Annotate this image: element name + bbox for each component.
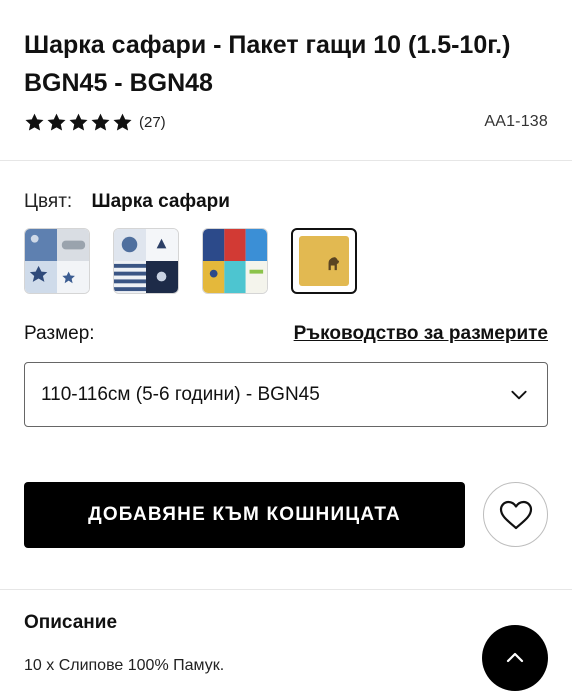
size-dropdown[interactable]: 110-116см (5-6 години) - BGN45	[24, 362, 548, 427]
swatch-image	[299, 236, 349, 286]
add-to-bag-button[interactable]: ДОБАВЯНЕ КЪМ КОШНИЦАТА	[24, 482, 465, 548]
product-title: Шарка сафари - Пакет гащи 10 (1.5-10г.) …	[24, 31, 511, 97]
color-label: Цвят:	[24, 191, 73, 212]
product-sku: AA1-138	[484, 113, 548, 130]
size-guide-link[interactable]: Ръководство за размерите	[294, 322, 548, 346]
wishlist-button[interactable]	[483, 482, 548, 547]
star-icon	[69, 113, 88, 131]
rating-row[interactable]: (27) AA1-138	[24, 111, 548, 133]
star-icon	[113, 113, 132, 131]
chevron-up-icon	[506, 652, 524, 663]
color-selector-label: Цвят: Шарка сафари	[24, 190, 230, 214]
star-icon	[91, 113, 110, 131]
star-icon	[25, 113, 44, 131]
review-count[interactable]: (27)	[139, 114, 166, 131]
swatch-image	[114, 229, 178, 293]
size-header: Размер: Ръководство за размерите	[24, 322, 548, 346]
size-label: Размер:	[24, 323, 95, 344]
color-swatch-safari-mustard[interactable]	[291, 228, 357, 294]
description-heading: Описание	[24, 612, 118, 633]
color-swatch-stripes-navy[interactable]	[113, 228, 179, 294]
heart-icon	[499, 500, 532, 529]
swatch-image	[203, 229, 267, 293]
scroll-to-top-button[interactable]	[482, 625, 548, 691]
description-text: 10 x Слипове 100% Памук.	[24, 657, 225, 674]
divider	[0, 160, 572, 161]
star-icon	[47, 113, 66, 131]
chevron-down-icon	[511, 390, 527, 399]
rating-stars	[24, 112, 133, 133]
color-swatch-multicolor[interactable]	[202, 228, 268, 294]
swatch-image	[25, 229, 89, 293]
color-swatches	[24, 228, 380, 294]
divider	[0, 589, 572, 590]
color-swatch-stars-blue-grey[interactable]	[24, 228, 90, 294]
size-dropdown-value: 110-116см (5-6 години) - BGN45	[41, 383, 320, 405]
selected-color-name: Шарка сафари	[91, 191, 230, 212]
